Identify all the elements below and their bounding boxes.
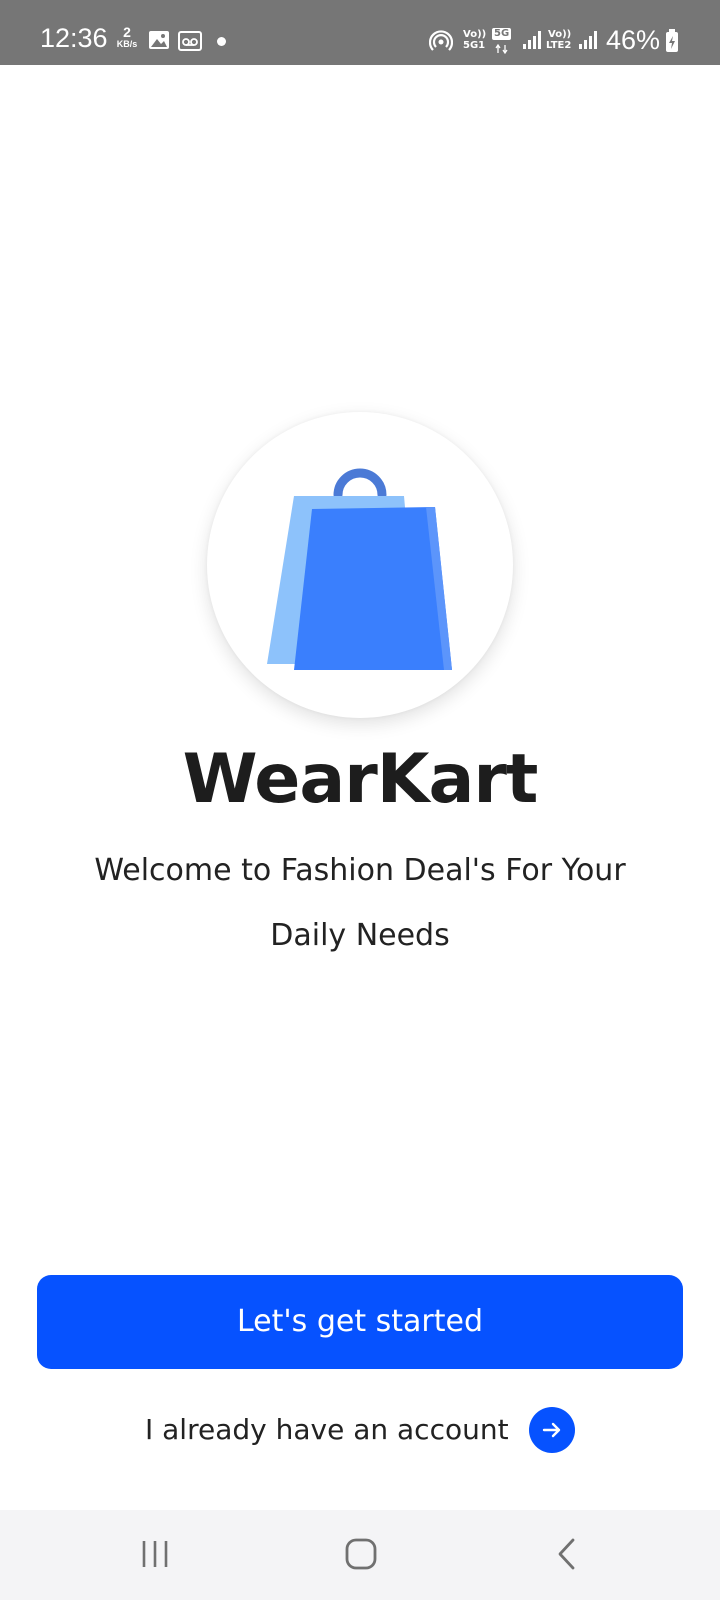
signal-icon <box>578 30 598 55</box>
network-speed: 2 KB/s <box>114 25 140 49</box>
gallery-icon <box>148 30 170 55</box>
status-time: 12:36 <box>40 23 108 53</box>
sim1-network: 5G <box>492 28 512 40</box>
back-button[interactable] <box>505 1510 625 1600</box>
battery-level: 46% <box>606 25 661 55</box>
hotspot-icon <box>428 30 454 57</box>
navigation-bar <box>0 1510 720 1600</box>
sim2-type: LTE2 <box>546 40 572 51</box>
battery-charging-icon <box>665 29 679 58</box>
signal-icon <box>522 30 542 55</box>
home-icon <box>345 1538 377 1570</box>
sim2-volte: Vo)) <box>548 29 572 40</box>
network-speed-unit: KB/s <box>116 39 138 49</box>
sim1-type: 5G1 <box>463 40 486 51</box>
app-logo <box>207 412 513 718</box>
back-icon <box>558 1538 575 1570</box>
voicemail-icon <box>178 31 202 56</box>
welcome-message: Welcome to Fashion Deal's For Your Daily… <box>94 853 626 953</box>
recent-apps-icon <box>142 1541 168 1567</box>
status-bar: 12:36 2 KB/s Vo)) 5G1 5G Vo)) LTE2 46% <box>0 0 720 65</box>
recent-apps-button[interactable] <box>95 1510 215 1600</box>
sim1-volte: Vo)) <box>463 29 487 40</box>
arrow-right-icon[interactable] <box>529 1407 576 1453</box>
app-title: WearKart <box>182 740 539 819</box>
data-arrows-icon <box>494 41 510 59</box>
existing-account-link[interactable]: I already have an account <box>0 1404 720 1456</box>
home-button[interactable] <box>300 1510 420 1600</box>
notification-dot-icon <box>217 37 226 46</box>
get-started-button[interactable]: Let's get started <box>37 1275 683 1369</box>
network-speed-value: 2 <box>123 24 131 40</box>
shopping-bag-icon <box>267 468 452 670</box>
existing-account-label: I already have an account <box>144 1413 509 1446</box>
